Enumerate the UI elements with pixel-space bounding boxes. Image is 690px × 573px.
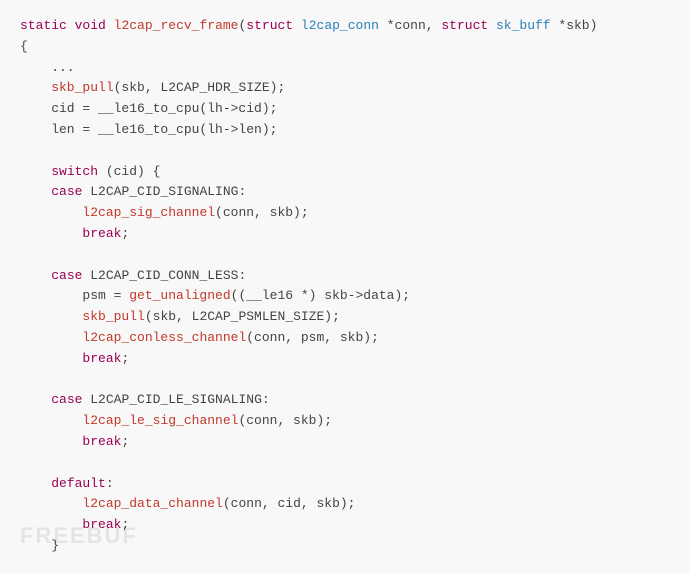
code-line [20, 453, 670, 474]
code-line: skb_pull(skb, L2CAP_HDR_SIZE); [20, 78, 670, 99]
code-line: { [20, 37, 670, 58]
code-line: break; [20, 224, 670, 245]
code-line: ... [20, 58, 670, 79]
code-line: cid = __le16_to_cpu(lh->cid); [20, 99, 670, 120]
code-line: l2cap_conless_channel(conn, psm, skb); [20, 328, 670, 349]
code-line: skb_pull(skb, L2CAP_PSMLEN_SIZE); [20, 307, 670, 328]
code-line: psm = get_unaligned((__le16 *) skb->data… [20, 286, 670, 307]
code-line [20, 245, 670, 266]
code-container: static void l2cap_recv_frame(struct l2ca… [0, 0, 690, 573]
code-line [20, 141, 670, 162]
code-line: switch (cid) { [20, 162, 670, 183]
code-line [20, 370, 670, 391]
code-line: break; [20, 515, 670, 536]
code-line: l2cap_data_channel(conn, cid, skb); [20, 494, 670, 515]
code-line: static void l2cap_recv_frame(struct l2ca… [20, 16, 670, 37]
code-line: case L2CAP_CID_SIGNALING: [20, 182, 670, 203]
code-line: default: [20, 474, 670, 495]
code-line: l2cap_le_sig_channel(conn, skb); [20, 411, 670, 432]
code-line: l2cap_sig_channel(conn, skb); [20, 203, 670, 224]
code-line: break; [20, 349, 670, 370]
code-line: } [20, 536, 670, 557]
code-line: len = __le16_to_cpu(lh->len); [20, 120, 670, 141]
code-line: case L2CAP_CID_LE_SIGNALING: [20, 390, 670, 411]
code-line: case L2CAP_CID_CONN_LESS: [20, 266, 670, 287]
code-line: break; [20, 432, 670, 453]
